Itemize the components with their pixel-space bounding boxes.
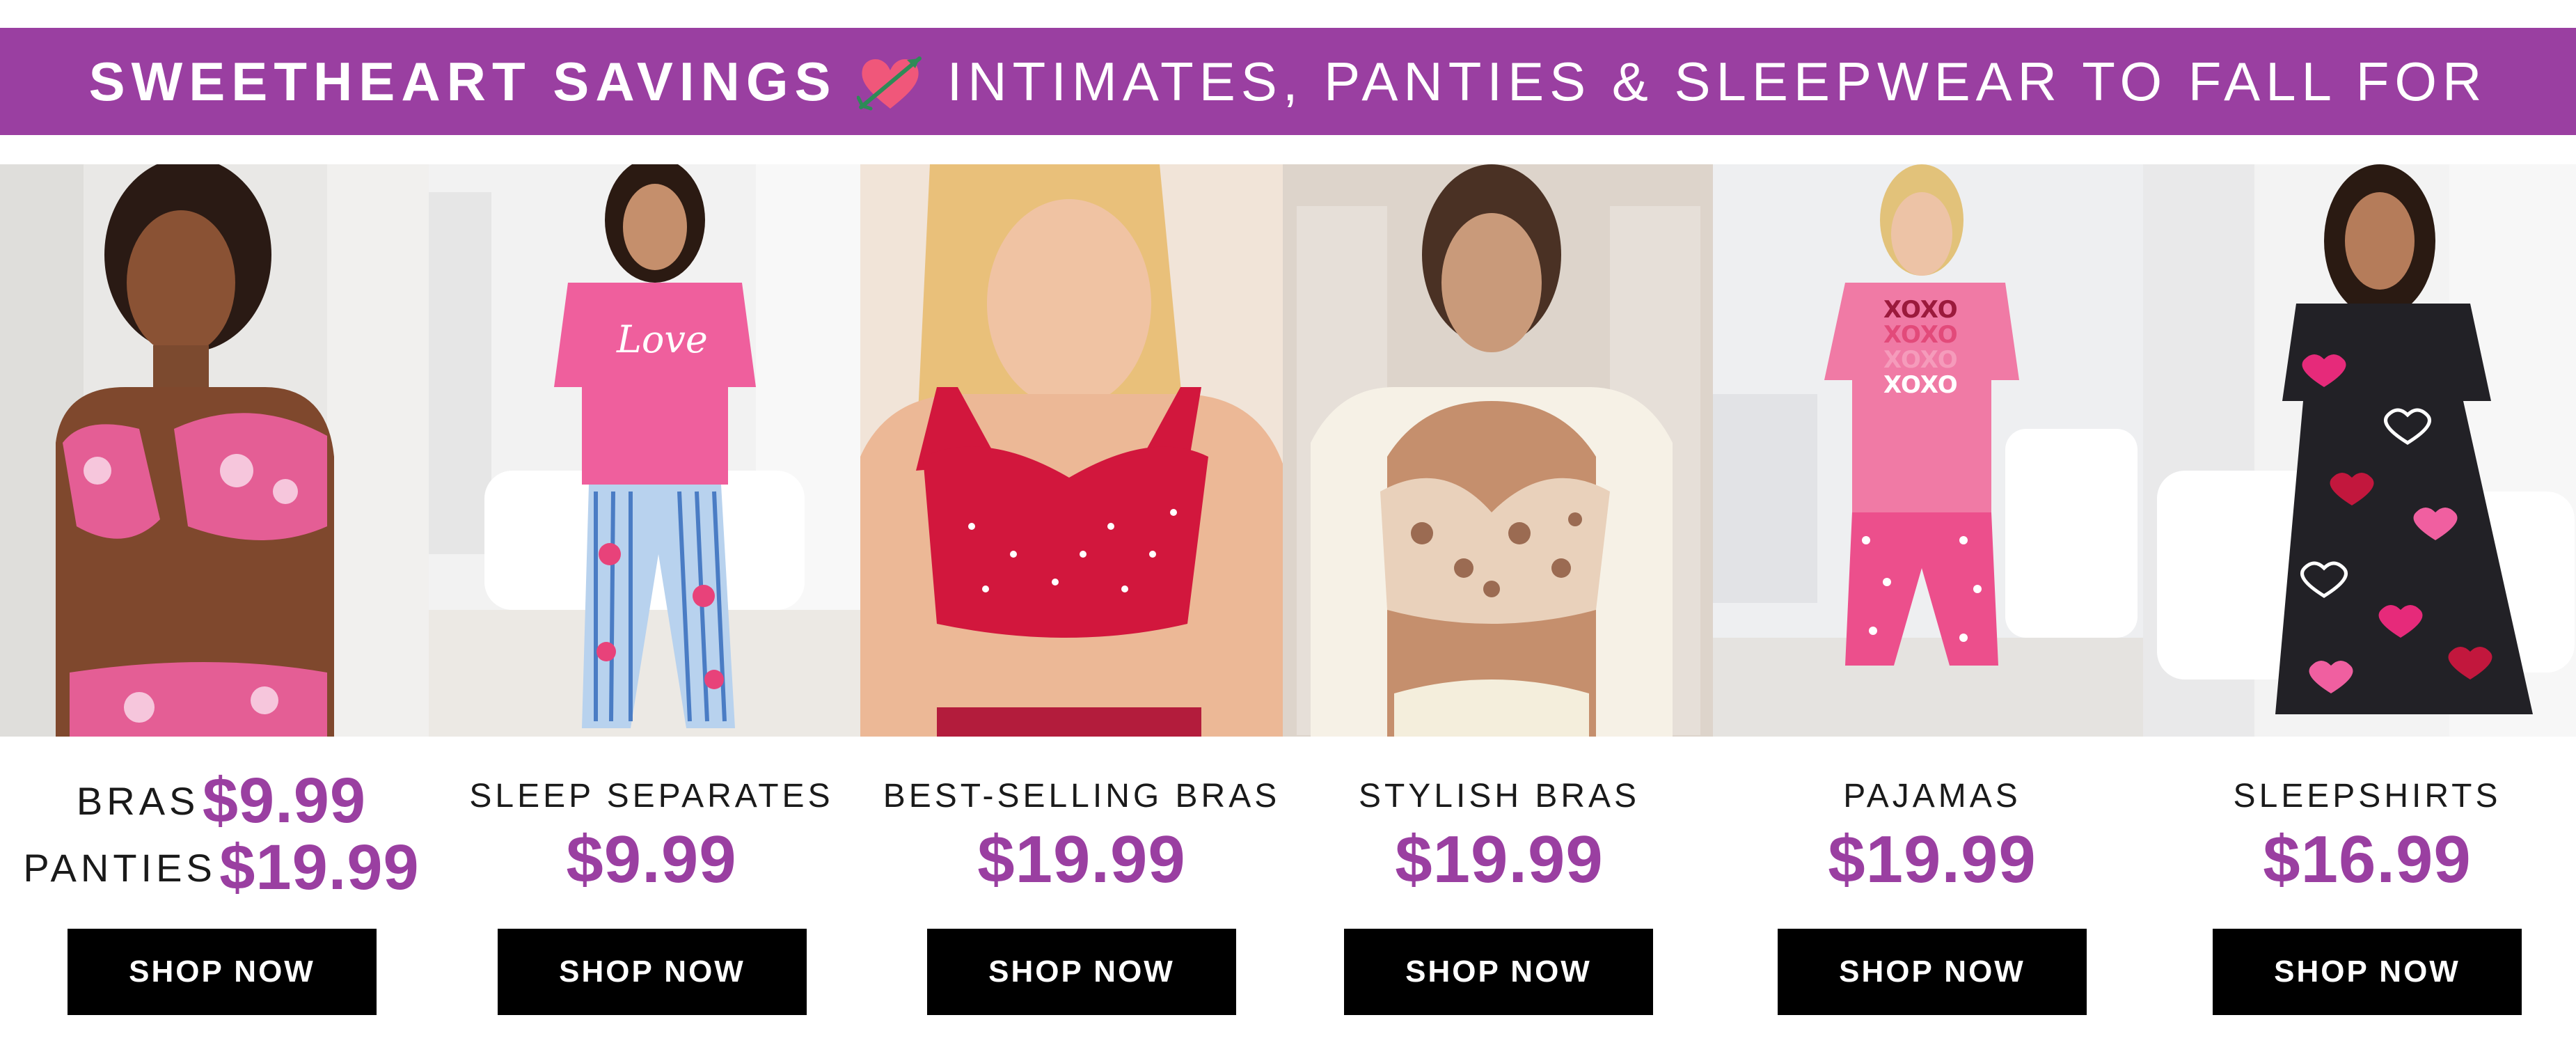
product-card-stylish-bras: STYLISH BRAS $19.99 SHOP NOW	[1303, 737, 1696, 1061]
product-card-pajamas: PAJAMAS $19.99 SHOP NOW	[1696, 737, 2169, 1061]
category-label: STYLISH BRAS	[1358, 778, 1641, 815]
svg-text:XOXO: XOXO	[1883, 346, 1958, 374]
product-image-stylish-bras[interactable]	[1283, 164, 1713, 737]
shop-now-button-sleep-separates[interactable]: SHOP NOW	[498, 929, 807, 1015]
svg-text:XOXO: XOXO	[1883, 371, 1958, 399]
product-card-sleepshirts: SLEEPSHIRTS $16.99 SHOP NOW	[2169, 737, 2566, 1061]
category-label: SLEEP SEPARATES	[469, 778, 834, 815]
price: $19.99	[977, 822, 1186, 897]
label-panties: PANTIES	[23, 846, 216, 890]
label-bras: BRAS	[76, 779, 200, 823]
product-image-pajamas[interactable]: XOXO XOXO XOXO XOXO	[1713, 164, 2143, 737]
product-image-sleep-separates[interactable]: Love	[429, 164, 860, 737]
banner-tagline: INTIMATES, PANTIES & SLEEPWEAR TO FALL F…	[947, 50, 2488, 112]
heart-arrow-icon	[856, 52, 924, 114]
category-label: PAJAMAS	[1843, 778, 2021, 815]
panties-price-line: PANTIES $19.99	[0, 831, 443, 904]
price-bras: $9.99	[202, 765, 367, 836]
shop-now-button-pajamas[interactable]: SHOP NOW	[1778, 929, 2087, 1015]
svg-text:Love: Love	[616, 317, 708, 361]
bras-price-line: BRAS $9.99	[0, 764, 443, 838]
banner-headline: SWEETHEART SAVINGS	[88, 50, 837, 112]
product-card-bras-panties: BRAS $9.99 PANTIES $19.99 SHOP NOW	[0, 737, 443, 1061]
shop-now-button-sleepshirts[interactable]: SHOP NOW	[2213, 929, 2522, 1015]
shop-now-button-bras-panties[interactable]: SHOP NOW	[68, 929, 377, 1015]
shop-now-button-best-selling-bras[interactable]: SHOP NOW	[927, 929, 1236, 1015]
price: $16.99	[2263, 822, 2472, 897]
category-label: BEST-SELLING BRAS	[883, 778, 1281, 815]
product-image-bras-panties[interactable]	[0, 164, 429, 737]
product-image-best-selling-bras[interactable]	[860, 164, 1283, 737]
product-card-best-selling-bras: BEST-SELLING BRAS $19.99 SHOP NOW	[860, 737, 1303, 1061]
product-image-sleepshirts[interactable]	[2143, 164, 2576, 737]
category-label: SLEEPSHIRTS	[2233, 778, 2502, 815]
svg-text:XOXO: XOXO	[1883, 296, 1958, 324]
promo-banner[interactable]: SWEETHEART SAVINGS INTIMATES, PANTIES & …	[0, 28, 2576, 135]
price: $19.99	[1395, 822, 1604, 897]
svg-text:XOXO: XOXO	[1883, 321, 1958, 349]
price: $9.99	[566, 822, 737, 897]
shop-now-button-stylish-bras[interactable]: SHOP NOW	[1344, 929, 1653, 1015]
price-panties: $19.99	[219, 832, 420, 903]
product-card-sleep-separates: SLEEP SEPARATES $9.99 SHOP NOW	[443, 737, 860, 1061]
price: $19.99	[1828, 822, 2037, 897]
